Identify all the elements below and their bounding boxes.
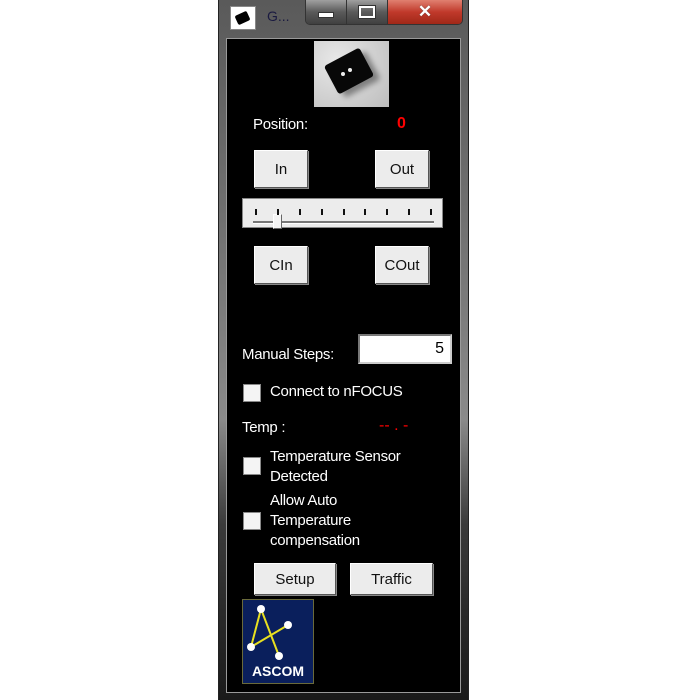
traffic-button[interactable]: Traffic (350, 563, 433, 595)
slider-tick (408, 209, 411, 215)
slider-tick (364, 209, 367, 215)
in-button[interactable]: In (254, 150, 308, 188)
minimize-icon (318, 12, 335, 18)
auto-comp-label-line3: compensation (270, 532, 360, 549)
slider-tick (276, 209, 279, 215)
temp-label: Temp : (242, 419, 286, 436)
minimize-button[interactable] (306, 0, 348, 24)
slider-tick (386, 209, 389, 215)
maximize-icon (358, 5, 377, 19)
title-bar[interactable]: G... ✕ (219, 0, 468, 34)
sensor-detected-label-line1: Temperature Sensor (270, 448, 401, 465)
window-controls: ✕ (305, 0, 463, 25)
sensor-detected-checkbox[interactable] (243, 457, 261, 475)
window-title: G... (267, 8, 290, 24)
position-label: Position: (253, 116, 308, 133)
maximize-button[interactable] (347, 0, 388, 24)
auto-comp-label-line2: Temperature (270, 512, 351, 529)
cin-button[interactable]: CIn (254, 246, 308, 284)
setup-button[interactable]: Setup (254, 563, 336, 595)
slider-tick (430, 209, 432, 215)
slider-tick (342, 209, 345, 215)
focuser-app-icon[interactable] (230, 6, 256, 30)
slider-tick (298, 209, 301, 215)
position-slider[interactable] (242, 198, 443, 229)
manual-steps-input[interactable] (358, 334, 452, 364)
connect-checkbox[interactable] (243, 384, 261, 402)
auto-comp-label-line1: Allow Auto (270, 492, 338, 509)
position-value: 0 (397, 115, 406, 132)
manual-steps-label: Manual Steps: (242, 346, 334, 363)
ascom-logo: ASCOM (242, 599, 314, 684)
ascom-constellation-icon (247, 605, 292, 660)
close-button[interactable]: ✕ (387, 0, 462, 24)
client-area: Position: 0 In Out CIn COut Manual Steps… (226, 38, 461, 693)
focuser-device-image (314, 41, 389, 107)
app-window: G... ✕ Position: 0 In Out CIn COut Manua… (218, 0, 469, 700)
temp-value: -- . - (379, 417, 409, 434)
out-button[interactable]: Out (375, 150, 429, 188)
slider-tick (320, 209, 323, 215)
slider-tick (255, 209, 257, 215)
close-icon: ✕ (417, 2, 433, 21)
slider-thumb[interactable] (272, 214, 282, 229)
cout-button[interactable]: COut (375, 246, 429, 284)
auto-comp-checkbox[interactable] (243, 512, 261, 530)
connect-label: Connect to nFOCUS (270, 383, 403, 400)
ascom-logo-text: ASCOM (251, 663, 305, 679)
sensor-detected-label-line2: Detected (270, 468, 328, 485)
